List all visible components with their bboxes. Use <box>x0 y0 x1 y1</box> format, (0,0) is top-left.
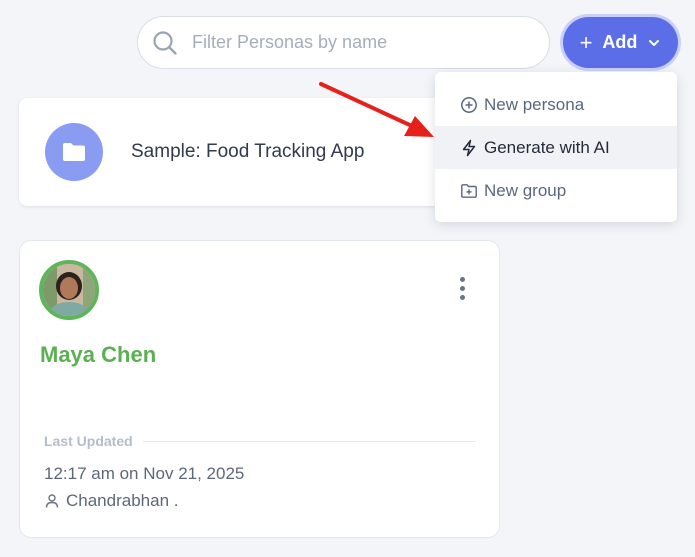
updated-by: Chandrabhan . <box>44 491 178 511</box>
last-updated-label: Last Updated <box>44 433 133 449</box>
more-options-icon[interactable] <box>456 277 468 303</box>
avatar-photo <box>43 264 95 316</box>
search-input[interactable] <box>192 32 522 53</box>
last-updated-row: Last Updated <box>44 433 476 449</box>
menu-item-new-persona[interactable]: New persona <box>435 83 677 126</box>
add-button[interactable]: + Add <box>563 17 678 68</box>
updated-by-name: Chandrabhan . <box>66 491 179 510</box>
group-title: Sample: Food Tracking App <box>131 141 365 162</box>
user-icon <box>45 494 59 508</box>
plus-icon: + <box>579 29 593 55</box>
menu-item-generate-with-ai[interactable]: Generate with AI <box>435 126 677 169</box>
menu-item-label: New persona <box>484 94 585 114</box>
folder-icon <box>63 143 85 161</box>
search-icon <box>153 30 177 55</box>
personas-page: + Add Sample: Food Tracking App New pers… <box>0 0 695 557</box>
annotation-arrow <box>319 82 434 137</box>
updated-time: 12:17 am on Nov 21, 2025 <box>44 464 245 483</box>
add-button-label: Add <box>602 32 638 52</box>
menu-item-new-group[interactable]: New group <box>435 169 677 212</box>
search-bar[interactable] <box>137 16 550 69</box>
avatar <box>39 260 99 320</box>
persona-card[interactable]: Maya Chen Last Updated 12:17 am on Nov 2… <box>19 240 500 538</box>
plus-circle-icon <box>461 96 477 113</box>
chevron-down-icon <box>649 39 660 46</box>
folder-avatar <box>45 123 103 181</box>
folder-plus-icon <box>461 183 477 198</box>
menu-item-label: New group <box>484 180 567 200</box>
lightning-icon <box>462 139 476 156</box>
add-dropdown-menu: New persona Generate with AI New group <box>435 72 677 222</box>
persona-name[interactable]: Maya Chen <box>40 342 156 368</box>
menu-item-label: Generate with AI <box>484 137 610 157</box>
divider <box>142 440 476 442</box>
